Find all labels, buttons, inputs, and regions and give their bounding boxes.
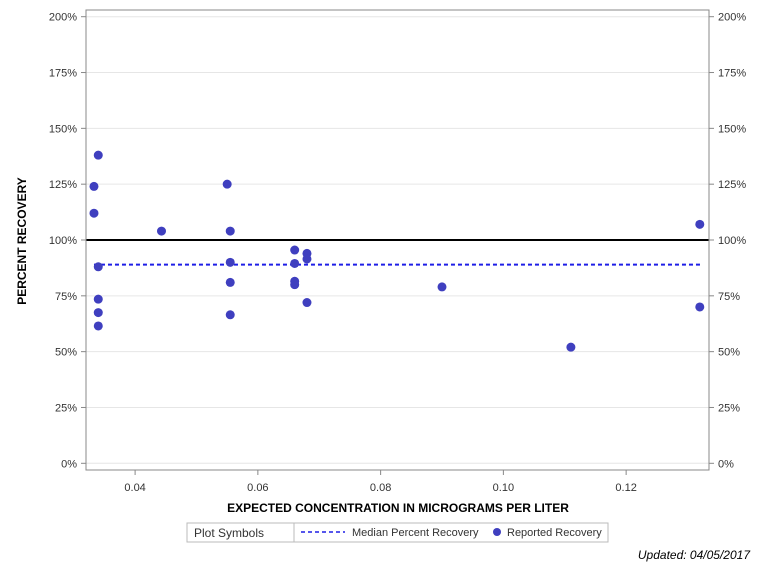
data-points — [89, 150, 705, 352]
data-point — [302, 298, 312, 308]
y-tick-label-right: 175% — [718, 68, 746, 80]
y-axis-title: PERCENT RECOVERY — [15, 177, 29, 305]
data-point — [93, 294, 103, 304]
x-tick-label: 0.04 — [124, 482, 145, 494]
reference-lines — [86, 239, 709, 266]
y-tick-label-left: 25% — [55, 402, 77, 414]
data-point — [302, 254, 312, 264]
x-tick-label: 0.08 — [370, 482, 391, 494]
data-point — [290, 280, 300, 290]
data-point — [437, 282, 447, 292]
x-tick-label: 0.12 — [615, 482, 636, 494]
data-point — [225, 257, 235, 267]
tick-labels: 0% 0% 25% 25% 50% 50% 75% 75% 100% 100% 125% 125% 15… — [49, 12, 746, 494]
y-tick-label-left: 50% — [55, 347, 77, 359]
legend-title: Plot Symbols — [194, 526, 264, 540]
data-point — [225, 310, 235, 320]
y-tick-label-right: 100% — [718, 235, 746, 247]
y-tick-label-left: 75% — [55, 291, 77, 303]
data-point — [93, 262, 103, 272]
legend-reported-label: Reported Recovery — [507, 527, 602, 539]
y-tick-label-left: 200% — [49, 12, 77, 24]
data-point — [695, 302, 705, 312]
updated-date: Updated: 04/05/2017 — [637, 548, 750, 562]
data-point — [89, 181, 99, 191]
y-tick-label-right: 75% — [718, 291, 740, 303]
data-point — [566, 342, 576, 352]
y-tick-label-left: 125% — [49, 179, 77, 191]
data-point — [225, 277, 235, 287]
data-point — [222, 179, 232, 189]
x-tick-label: 0.06 — [247, 482, 268, 494]
data-point — [290, 258, 300, 268]
y-tick-label-left: 175% — [49, 68, 77, 80]
y-tick-label-right: 0% — [718, 458, 734, 470]
legend-median-label: Median Percent Recovery — [352, 527, 479, 539]
legend-reported-swatch — [493, 528, 501, 536]
x-tick-label: 0.10 — [493, 482, 514, 494]
data-point — [225, 226, 235, 236]
data-point — [93, 321, 103, 331]
data-point — [89, 208, 99, 218]
y-tick-label-right: 150% — [718, 123, 746, 135]
y-tick-label-right: 125% — [718, 179, 746, 191]
data-point — [290, 245, 300, 255]
x-axis-title: EXPECTED CONCENTRATION IN MICROGRAMS PER… — [227, 501, 569, 515]
data-point — [93, 150, 103, 160]
chart: 0% 0% 25% 25% 50% 50% 75% 75% 100% 100% 125% 125% 15… — [15, 9, 746, 543]
y-tick-label-right: 25% — [718, 402, 740, 414]
y-tick-label-left: 0% — [61, 458, 77, 470]
y-tick-label-right: 200% — [718, 12, 746, 24]
data-point — [156, 226, 166, 236]
data-point — [695, 219, 705, 229]
y-tick-label-left: 150% — [49, 123, 77, 135]
legend: Plot Symbols Median Percent Recovery Rep… — [186, 522, 609, 543]
data-point — [93, 308, 103, 318]
y-tick-label-right: 50% — [718, 347, 740, 359]
y-tick-label-left: 100% — [49, 235, 77, 247]
